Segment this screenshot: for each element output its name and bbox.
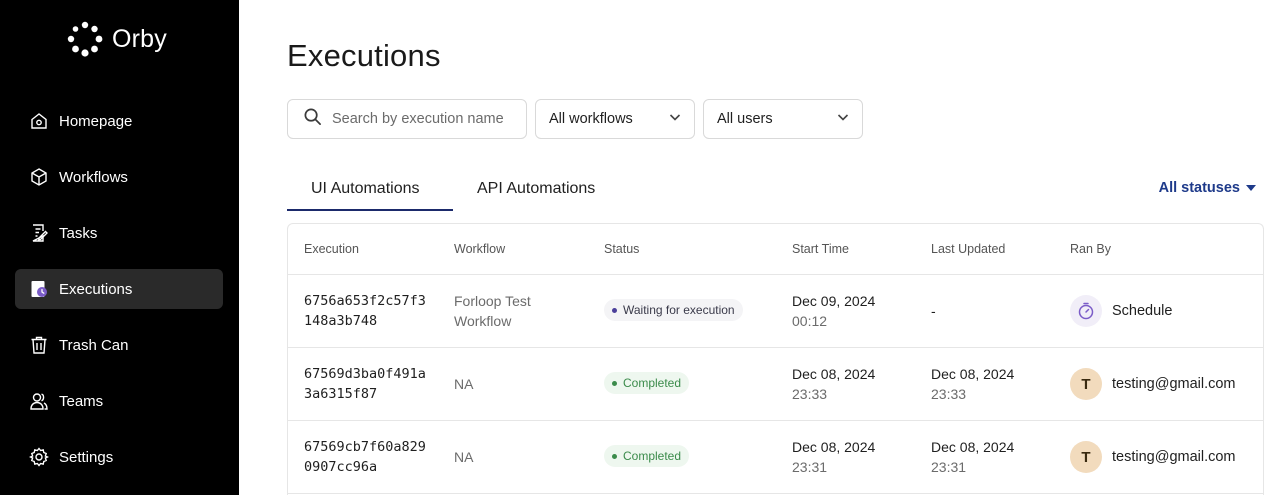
last-updated: Dec 08, 2024 23:31 <box>931 437 1014 477</box>
orby-logo-mark-icon <box>67 21 103 57</box>
caret-down-icon <box>1246 179 1256 197</box>
home-icon <box>28 110 50 132</box>
sidebar-item-workflows[interactable]: Workflows <box>15 157 223 197</box>
ran-by-label: Schedule <box>1112 303 1173 319</box>
sidebar-item-settings[interactable]: Settings <box>15 437 223 477</box>
orby-logo[interactable]: Orby <box>66 20 167 58</box>
ran-by: T testing@gmail.com <box>1070 368 1236 400</box>
ran-by-label: testing@gmail.com <box>1112 449 1236 465</box>
user-filter-dropdown[interactable]: All users <box>703 99 863 139</box>
avatar: T <box>1070 441 1102 473</box>
updated-date: Dec 08, 2024 <box>931 439 1015 455</box>
status-dot-icon <box>612 380 617 386</box>
gear-icon <box>28 446 50 468</box>
start-date: Dec 08, 2024 <box>792 439 876 455</box>
start-date: Dec 09, 2024 <box>792 293 876 309</box>
trash-icon <box>28 334 50 356</box>
sidebar-item-label: Settings <box>59 448 114 466</box>
start-clock: 23:33 <box>792 386 828 402</box>
status-badge: Completed <box>604 445 690 467</box>
workflow-name: NA <box>454 376 474 392</box>
executions-icon <box>28 278 50 300</box>
tab-api-automations[interactable]: API Automations <box>477 180 595 198</box>
column-header-last-updated[interactable]: Last Updated <box>931 242 1005 256</box>
column-header-status[interactable]: Status <box>604 242 639 256</box>
ran-by: T testing@gmail.com <box>1070 441 1236 473</box>
table-row[interactable]: 67569d3ba0f491a3a6315f87 NA Completed De… <box>288 348 1263 421</box>
column-header-start-time[interactable]: Start Time <box>792 242 849 256</box>
sidebar-item-homepage[interactable]: Homepage <box>15 101 223 141</box>
automation-tabs: UI Automations API Automations <box>287 170 627 211</box>
start-date: Dec 08, 2024 <box>792 366 876 382</box>
workflow-filter-value: All workflows <box>549 111 633 127</box>
chevron-down-icon <box>836 110 850 129</box>
tab-ui-automations[interactable]: UI Automations <box>311 180 420 198</box>
workflow-filter-dropdown[interactable]: All workflows <box>535 99 695 139</box>
execution-id[interactable]: 67569d3ba0f491a3a6315f87 <box>304 364 434 404</box>
search-box[interactable] <box>287 99 527 139</box>
sidebar-item-label: Workflows <box>59 168 128 186</box>
sidebar-item-tasks[interactable]: Tasks <box>15 213 223 253</box>
sidebar-item-label: Trash Can <box>59 336 129 354</box>
sidebar-item-executions[interactable]: Executions <box>15 269 223 309</box>
start-clock: 00:12 <box>792 313 828 329</box>
status-text: Completed <box>623 376 682 390</box>
status-filter-label: All statuses <box>1158 180 1240 196</box>
execution-id[interactable]: 6756a653f2c57f3148a3b748 <box>304 291 434 331</box>
updated-clock: 23:33 <box>931 386 967 402</box>
executions-table: Execution Workflow Status Start Time Las… <box>287 223 1264 495</box>
avatar: T <box>1070 368 1102 400</box>
clock-icon <box>1070 295 1102 327</box>
table-row[interactable]: 6756a653f2c57f3148a3b748 Forloop Test Wo… <box>288 275 1263 348</box>
sidebar-nav: Homepage Workflows Tasks Executions Tras… <box>15 101 223 493</box>
sidebar-item-teams[interactable]: Teams <box>15 381 223 421</box>
status-cell: Completed <box>604 445 690 467</box>
start-time: Dec 08, 2024 23:33 <box>792 364 875 404</box>
status-filter-dropdown[interactable]: All statuses <box>1159 179 1256 197</box>
table-header: Execution Workflow Status Start Time Las… <box>288 224 1263 275</box>
start-time: Dec 08, 2024 23:31 <box>792 437 875 477</box>
table-row[interactable]: 67569cb7f60a8290907cc96a NA Completed De… <box>288 421 1263 494</box>
status-dot-icon <box>612 307 617 313</box>
column-header-ran-by[interactable]: Ran By <box>1070 242 1111 256</box>
sidebar-item-trash-can[interactable]: Trash Can <box>15 325 223 365</box>
workflow-name: Forloop Test Workflow <box>454 293 531 329</box>
column-header-execution[interactable]: Execution <box>304 242 359 256</box>
main-content: Executions All workflows All users UI Au… <box>287 0 1264 495</box>
status-badge: Completed <box>604 372 690 394</box>
column-header-workflow[interactable]: Workflow <box>454 242 505 256</box>
teams-icon <box>28 390 50 412</box>
sidebar: Orby Homepage Workflows Tasks Executions… <box>0 0 239 495</box>
status-dot-icon <box>612 453 617 459</box>
start-clock: 23:31 <box>792 459 828 475</box>
execution-id[interactable]: 67569cb7f60a8290907cc96a <box>304 437 434 477</box>
status-text: Waiting for execution <box>623 303 735 317</box>
ran-by-label: testing@gmail.com <box>1112 376 1236 392</box>
page-title: Executions <box>287 38 441 73</box>
status-cell: Completed <box>604 372 690 394</box>
start-time: Dec 09, 2024 00:12 <box>792 291 875 331</box>
tasks-icon <box>28 222 50 244</box>
status-cell: Waiting for execution <box>604 299 743 321</box>
cube-icon <box>28 166 50 188</box>
logo-text: Orby <box>112 24 167 53</box>
ran-by: Schedule <box>1070 295 1172 327</box>
updated-clock: 23:31 <box>931 459 967 475</box>
search-input[interactable] <box>332 111 517 127</box>
user-filter-value: All users <box>717 111 773 127</box>
sidebar-item-label: Homepage <box>59 112 133 130</box>
sidebar-item-label: Executions <box>59 280 133 298</box>
last-updated: Dec 08, 2024 23:33 <box>931 364 1014 404</box>
status-badge: Waiting for execution <box>604 299 743 321</box>
sidebar-item-label: Teams <box>59 392 104 410</box>
workflow-name: NA <box>454 449 474 465</box>
status-text: Completed <box>623 449 682 463</box>
chevron-down-icon <box>668 110 682 129</box>
updated-date: Dec 08, 2024 <box>931 366 1015 382</box>
active-tab-indicator <box>287 209 453 211</box>
search-icon <box>303 107 322 131</box>
last-updated: - <box>931 303 936 319</box>
sidebar-item-label: Tasks <box>59 224 98 242</box>
